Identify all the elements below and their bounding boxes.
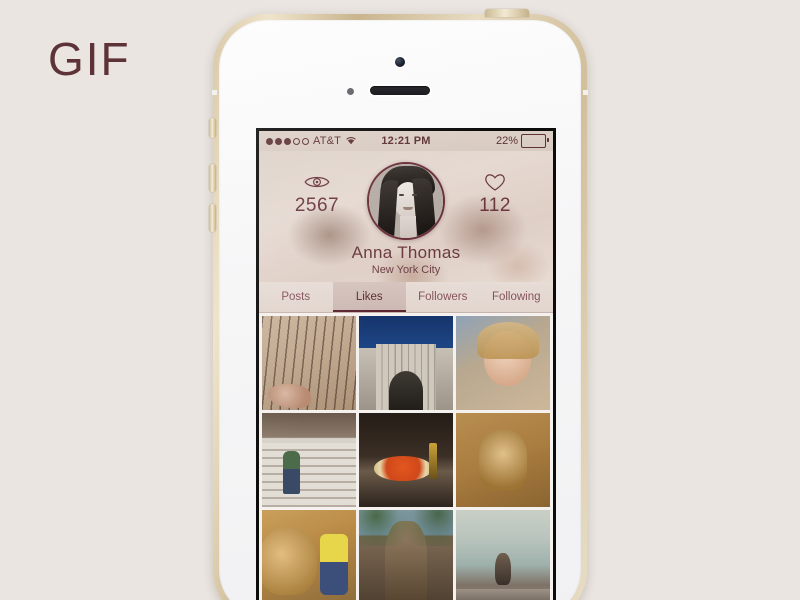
screenshot-canvas: GIF AT&T 12:21 PM 22% 2567 112 Anna Thom…	[0, 0, 800, 600]
mute-switch-button[interactable]	[209, 118, 216, 138]
photo-tile[interactable]	[359, 413, 453, 507]
phone-front-face: AT&T 12:21 PM 22% 2567 112 Anna Thomas N…	[219, 20, 581, 600]
photo-tile[interactable]	[359, 510, 453, 600]
photo-tile[interactable]	[359, 316, 453, 410]
photo-tile[interactable]	[456, 510, 550, 600]
photo-tile[interactable]	[262, 510, 356, 600]
phone-device: AT&T 12:21 PM 22% 2567 112 Anna Thomas N…	[209, 9, 588, 600]
photo-tile[interactable]	[262, 316, 356, 410]
carrier-label: AT&T	[313, 135, 342, 147]
likes-count: 112	[479, 195, 511, 216]
wifi-icon	[345, 135, 357, 148]
avatar-photo	[369, 164, 443, 238]
app-viewport: AT&T 12:21 PM 22% 2567 112 Anna Thomas N…	[259, 131, 553, 600]
avatar[interactable]	[367, 162, 445, 240]
battery-icon	[521, 134, 549, 148]
tab-following[interactable]: Following	[480, 282, 554, 312]
signal-strength-icon	[266, 137, 309, 145]
status-bar-left: AT&T	[266, 135, 357, 148]
views-count: 2567	[294, 195, 340, 216]
profile-location: New York City	[371, 264, 441, 276]
eye-icon	[285, 171, 349, 193]
photo-tile[interactable]	[456, 316, 550, 410]
tab-posts[interactable]: Posts	[259, 282, 333, 312]
proximity-sensor-icon	[347, 88, 354, 95]
photo-tile[interactable]	[456, 413, 550, 507]
tab-likes[interactable]: Likes	[332, 282, 406, 312]
status-bar-right: 22%	[495, 134, 549, 148]
phone-screen: AT&T 12:21 PM 22% 2567 112 Anna Thomas N…	[256, 128, 556, 600]
profile-header: 2567 112 Anna Thomas New York City	[259, 151, 553, 282]
heart-icon	[463, 171, 527, 193]
antenna-band-right	[583, 90, 588, 95]
gif-label: GIF	[48, 33, 131, 85]
photo-tile[interactable]	[262, 413, 356, 507]
profile-name: Anna Thomas	[351, 243, 461, 262]
antenna-band-left	[212, 90, 217, 95]
volume-down-button[interactable]	[209, 204, 216, 232]
tab-followers[interactable]: Followers	[406, 282, 480, 312]
views-stat[interactable]: 2567	[285, 171, 349, 217]
earpiece-speaker-icon	[370, 86, 430, 95]
front-camera-icon	[395, 57, 405, 67]
likes-stat[interactable]: 112	[463, 171, 527, 217]
profile-tab-bar: Posts Likes Followers Following	[259, 282, 553, 313]
power-button[interactable]	[485, 9, 529, 17]
photo-grid	[259, 313, 553, 600]
battery-percent-label: 22%	[495, 135, 518, 147]
volume-up-button[interactable]	[209, 164, 216, 192]
status-bar: AT&T 12:21 PM 22%	[259, 131, 553, 151]
